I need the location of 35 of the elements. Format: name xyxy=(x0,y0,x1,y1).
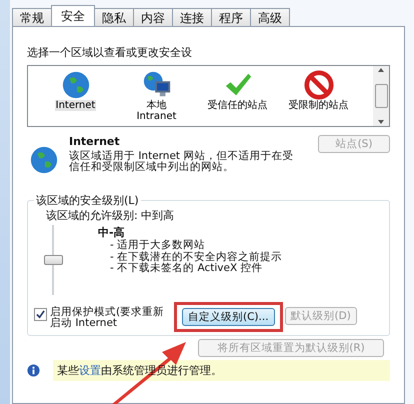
tab[interactable]: 常规 xyxy=(12,8,52,26)
scrollbar[interactable] xyxy=(373,66,389,126)
zone-item[interactable]: 本地 Intranet xyxy=(119,66,194,126)
zone-title: Internet xyxy=(69,135,121,148)
globe-icon xyxy=(60,70,90,100)
zone-item[interactable]: 受信任的站点 xyxy=(200,66,275,126)
info-icon xyxy=(27,364,40,377)
zone-label: Internet xyxy=(54,100,96,111)
protected-mode-label: 启用保护模式(要求重新启动 Internet xyxy=(50,307,166,329)
zone-label: 本地 Intranet xyxy=(136,100,178,122)
level-description: - 在下载潜在的不安全内容之前提示 xyxy=(110,252,282,262)
zone-prompt: 选择一个区域以查看或更改安全设 xyxy=(27,45,193,60)
scroll-down-icon[interactable] xyxy=(378,120,384,124)
zone-label: 受信任的站点 xyxy=(206,100,268,111)
tab[interactable]: 连接 xyxy=(172,8,212,26)
tab[interactable]: 程序 xyxy=(211,8,251,26)
prohibited-icon xyxy=(304,70,334,100)
level-name: 中-高 xyxy=(98,225,126,239)
custom-level-button[interactable]: 自定义级别(C)... xyxy=(182,308,275,326)
globe-icon xyxy=(29,145,59,175)
zone-item[interactable]: Internet xyxy=(38,66,113,126)
group-legend: 该区域的安全级别(L) xyxy=(34,193,141,208)
zone-label: 受限制的站点 xyxy=(288,100,350,111)
level-description: - 适用于大多数网站 xyxy=(110,240,206,251)
tab[interactable]: 隐私 xyxy=(94,8,134,26)
tab[interactable]: 高级 xyxy=(250,8,290,26)
level-description: - 不下载未签名的 ActiveX 控件 xyxy=(110,263,264,274)
tab[interactable]: 安全 xyxy=(51,5,95,26)
tab[interactable]: 内容 xyxy=(133,8,173,26)
checkbox[interactable] xyxy=(34,308,47,321)
settings-link[interactable]: 设置 xyxy=(79,364,101,377)
zone-item[interactable]: 受限制的站点 xyxy=(281,66,356,126)
scroll-up-icon[interactable] xyxy=(378,68,384,72)
zone-description: 该区域适用于 Internet 网站，但不适用于在受信任和受限制区域中列出的网站。 xyxy=(69,151,294,173)
allowed-level-label: 该区域的允许级别: 中到高 xyxy=(46,208,176,223)
